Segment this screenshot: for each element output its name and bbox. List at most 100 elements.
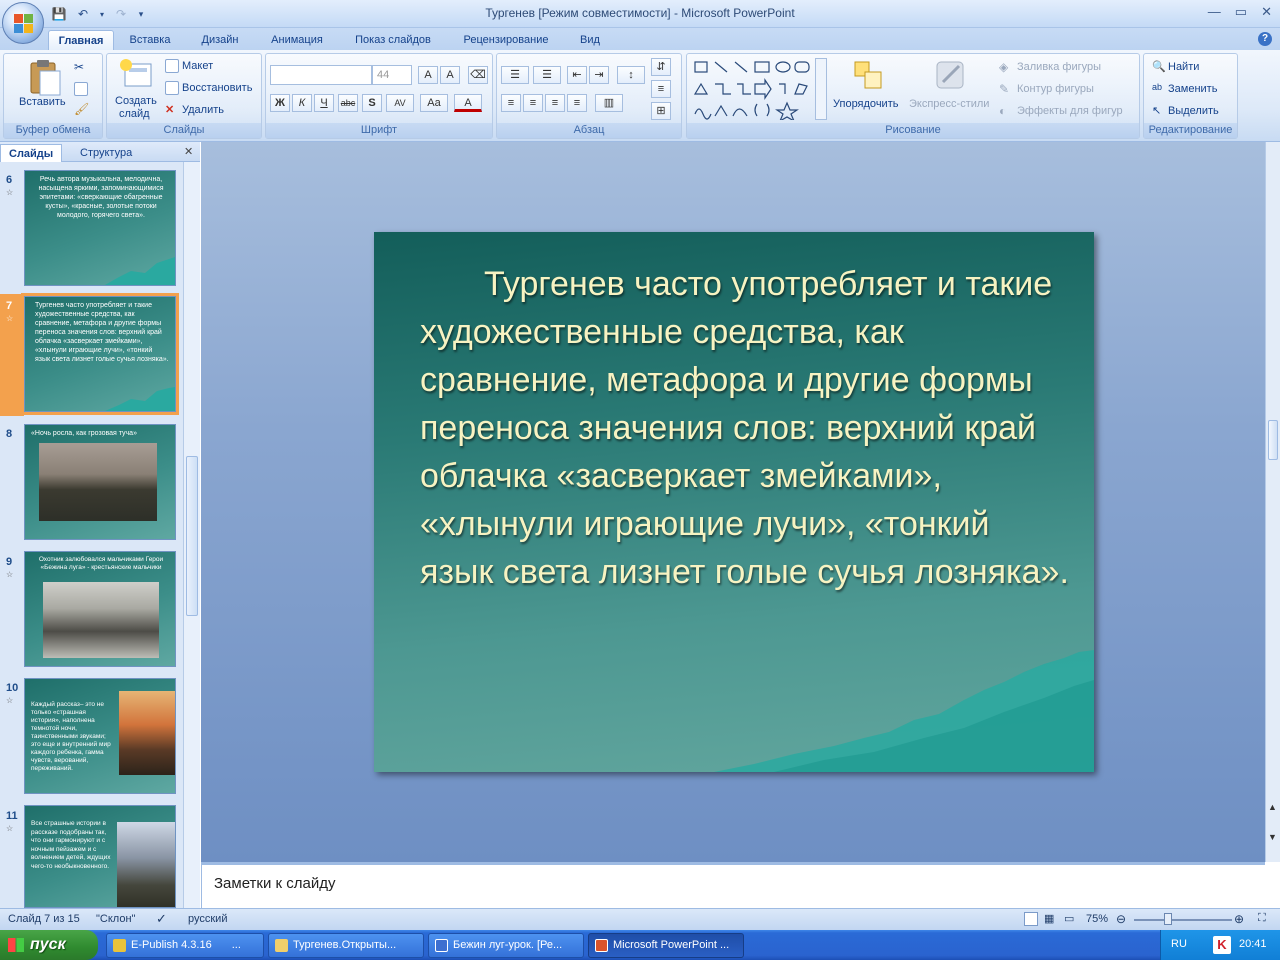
find-button[interactable]: Найти (1168, 61, 1199, 73)
new-slide-button-line2[interactable]: слайд (119, 108, 150, 120)
spacing-icon[interactable]: AV (386, 94, 414, 112)
italic-icon[interactable]: К (292, 94, 312, 112)
cut-icon[interactable]: ✂ (74, 60, 84, 74)
font-size-combo[interactable]: 44 (372, 65, 412, 85)
antivirus-icon[interactable]: K (1213, 936, 1231, 954)
align-left-icon[interactable]: ≡ (501, 94, 521, 112)
language-indicator[interactable]: русский (188, 913, 227, 925)
thumbnail-scroll-thumb[interactable] (186, 456, 198, 616)
paste-button[interactable]: Вставить (19, 96, 66, 108)
vertical-scrollbar[interactable]: ▲ ▼ (1265, 142, 1280, 862)
tab-home[interactable]: Главная (48, 30, 114, 50)
next-slide-icon[interactable]: ▼ (1268, 832, 1277, 842)
taskbar-item-powerpoint[interactable]: Microsoft PowerPoint ... (588, 933, 744, 958)
theme-name[interactable]: "Склон" (96, 913, 135, 925)
select-button[interactable]: Выделить (1168, 105, 1219, 117)
new-slide-button[interactable]: Создать (115, 95, 157, 107)
slide-body-text[interactable]: Тургенев часто употребляет и такие худож… (420, 260, 1070, 596)
text-direction-icon[interactable]: ⇵ (651, 58, 671, 76)
spellcheck-icon[interactable]: ✓ (156, 911, 167, 927)
layout-button[interactable]: Макет (182, 60, 213, 72)
language-bar[interactable]: RU (1171, 938, 1187, 950)
slideshow-view-icon[interactable]: ▭ (1064, 912, 1074, 925)
underline-icon[interactable]: Ч (314, 94, 334, 112)
tab-insert[interactable]: Вставка (122, 30, 178, 50)
shape-outline-button[interactable]: Контур фигуры (1017, 83, 1094, 95)
taskbar-item-epublish[interactable]: E-Publish 4.3.16... (106, 933, 264, 958)
slide-thumbnail-6[interactable]: Речь автора музыкальна, мелодична, насыщ… (24, 170, 176, 286)
shapes-gallery[interactable] (691, 58, 827, 120)
grow-font-icon[interactable]: A (418, 66, 438, 84)
bullets-icon[interactable]: ☰ (501, 66, 529, 84)
slide-sorter-icon[interactable]: ▦ (1044, 912, 1054, 925)
tab-outline[interactable]: Структура (72, 144, 140, 162)
copy-icon[interactable] (74, 82, 88, 96)
fit-to-window-icon[interactable]: ⛶ (1258, 912, 1266, 925)
tab-slideshow[interactable]: Показ слайдов (344, 30, 442, 50)
bold-icon[interactable]: Ж (270, 94, 290, 112)
start-button[interactable]: пуск (0, 930, 98, 960)
taskbar-item-folder[interactable]: Тургенев.Открыты... (268, 933, 424, 958)
tab-slides[interactable]: Слайды (0, 144, 63, 162)
delete-button[interactable]: Удалить (182, 104, 224, 116)
smartart-icon[interactable]: ⊞ (651, 102, 671, 120)
slide-thumbnail-9[interactable]: Охотник залюбовался мальчиками Герои «Бе… (24, 551, 176, 667)
change-case-icon[interactable]: Aa (420, 94, 448, 112)
line-spacing-icon[interactable]: ↕ (617, 66, 645, 84)
close-icon[interactable]: ✕ (1261, 4, 1272, 20)
slide-thumbnail-10[interactable]: Каждый рассказ– это не только «страшная … (24, 678, 176, 794)
reset-button[interactable]: Восстановить (182, 82, 252, 94)
arrange-button[interactable]: Упорядочить (833, 98, 898, 110)
align-right-icon[interactable]: ≡ (545, 94, 565, 112)
shadow-icon[interactable]: S (362, 94, 382, 112)
decrease-indent-icon[interactable]: ⇤ (567, 66, 587, 84)
scroll-thumb[interactable] (1268, 420, 1278, 460)
paste-icon[interactable] (28, 59, 62, 97)
selected-slide-highlight (0, 294, 24, 416)
shrink-font-icon[interactable]: A (440, 66, 460, 84)
justify-icon[interactable]: ≡ (567, 94, 587, 112)
slide-thumbnail-7[interactable]: Тургенев часто употребляет и такие худож… (21, 293, 179, 415)
font-name-combo[interactable] (270, 65, 372, 85)
taskbar-item-word[interactable]: Бежин луг-урок. [Ре... (428, 933, 584, 958)
close-pane-icon[interactable]: ✕ (184, 145, 193, 158)
increase-indent-icon[interactable]: ⇥ (589, 66, 609, 84)
columns-icon[interactable]: ▥ (595, 94, 623, 112)
shapes-scroll[interactable] (815, 58, 827, 120)
quick-styles-icon[interactable] (933, 58, 969, 92)
current-slide[interactable]: Тургенев часто употребляет и такие худож… (374, 232, 1094, 772)
tab-animation[interactable]: Анимация (260, 30, 334, 50)
tab-design[interactable]: Дизайн (190, 30, 250, 50)
align-center-icon[interactable]: ≡ (523, 94, 543, 112)
format-painter-icon[interactable]: 🖌 (74, 102, 89, 116)
tab-view[interactable]: Вид (570, 30, 610, 50)
numbering-icon[interactable]: ☰ (533, 66, 561, 84)
minimize-icon[interactable]: — (1208, 4, 1221, 20)
zoom-out-icon[interactable]: ⊖ (1116, 912, 1126, 926)
zoom-level[interactable]: 75% (1086, 913, 1108, 925)
thumbnail-scrollbar[interactable] (183, 162, 200, 908)
tab-review[interactable]: Рецензирование (452, 30, 560, 50)
shape-effects-button[interactable]: Эффекты для фигур (1017, 105, 1123, 117)
zoom-slider-thumb[interactable] (1164, 913, 1172, 925)
shape-fill-button[interactable]: Заливка фигуры (1017, 61, 1101, 73)
prev-slide-icon[interactable]: ▲ (1268, 802, 1277, 812)
zoom-slider[interactable] (1134, 919, 1232, 921)
font-color-icon[interactable]: A (454, 94, 482, 112)
replace-button[interactable]: Заменить (1168, 83, 1217, 95)
notes-pane[interactable]: Заметки к слайду (201, 862, 1265, 908)
office-button[interactable] (2, 2, 44, 44)
task-label: E-Publish 4.3.16 (131, 939, 212, 951)
zoom-in-icon[interactable]: ⊕ (1234, 912, 1244, 926)
arrange-icon[interactable] (851, 58, 887, 92)
strikethrough-icon[interactable]: abc (338, 94, 358, 112)
quick-styles-button[interactable]: Экспресс-стили (909, 98, 989, 110)
normal-view-icon[interactable] (1024, 912, 1038, 926)
align-text-icon[interactable]: ≡ (651, 80, 671, 98)
slide-thumbnail-11[interactable]: Все страшные истории в рассказе подобран… (24, 805, 176, 908)
help-icon[interactable]: ? (1258, 32, 1272, 46)
slide-thumbnail-8[interactable]: «Ночь росла, как грозовая туча» (24, 424, 176, 540)
clear-format-icon[interactable]: ⌫ (468, 66, 488, 84)
new-slide-icon[interactable] (119, 58, 153, 90)
maximize-icon[interactable]: ▭ (1235, 4, 1247, 20)
